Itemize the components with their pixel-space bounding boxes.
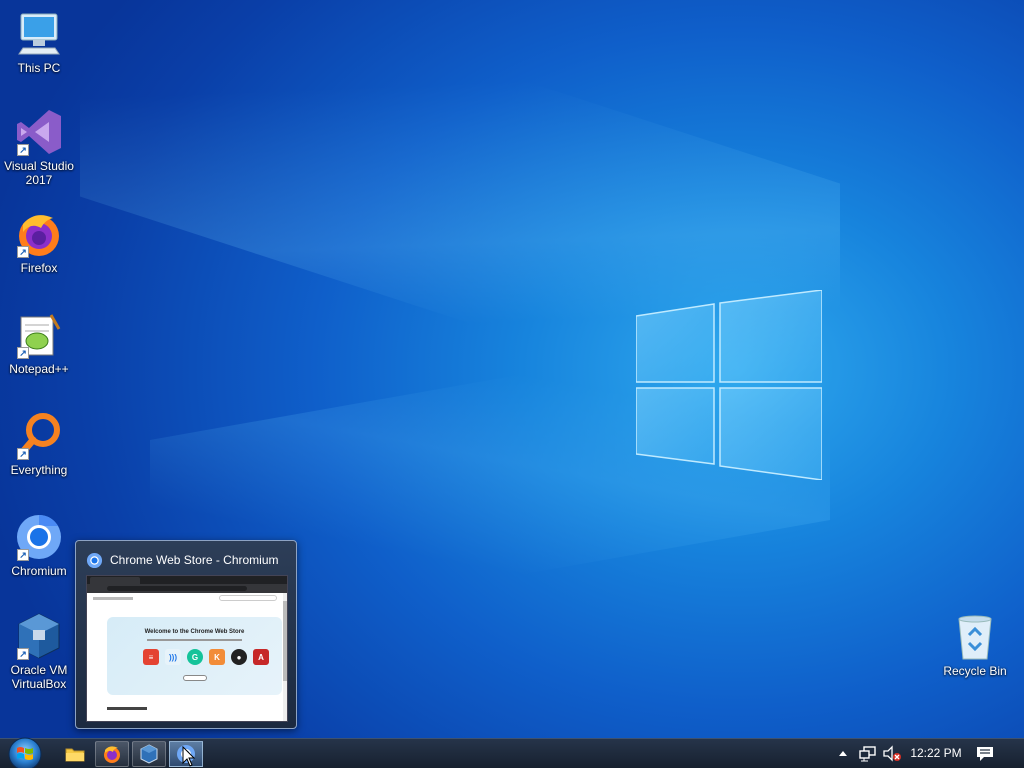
notepad-plus-plus-icon: ↗ xyxy=(15,311,63,359)
thumbnail-search-box xyxy=(219,595,277,601)
thumbnail-page-header xyxy=(93,597,133,600)
system-tray xyxy=(836,739,850,768)
taskbar-button-firefox[interactable] xyxy=(95,741,129,767)
this-pc-icon xyxy=(15,10,63,58)
thumbnail-welcome-banner: Welcome to the Chrome Web Store ≡ ))) G … xyxy=(107,617,282,695)
desktop-icon-label: Recycle Bin xyxy=(943,664,1007,678)
chromium-icon xyxy=(86,552,103,569)
desktop-icon-label: Oracle VM VirtualBox xyxy=(10,663,68,691)
desktop-icon-chromium[interactable]: ↗ Chromium xyxy=(1,513,77,578)
firefox-icon: ↗ xyxy=(15,210,63,258)
visual-studio-icon: ↗ xyxy=(15,108,63,156)
file-explorer-icon xyxy=(65,748,85,762)
shortcut-arrow-icon: ↗ xyxy=(17,347,29,359)
taskbar-clock[interactable]: 12:22 PM xyxy=(905,746,967,760)
thumbnail-address-bar xyxy=(87,584,287,593)
start-button[interactable] xyxy=(6,736,44,768)
network-icon xyxy=(859,746,876,762)
preview-window-title: Chrome Web Store - Chromium xyxy=(110,553,279,567)
thumbnail-banner-button xyxy=(183,675,207,681)
taskbar: 12:22 PM xyxy=(0,736,1024,768)
shortcut-arrow-icon: ↗ xyxy=(17,448,29,460)
shortcut-arrow-icon: ↗ xyxy=(17,144,29,156)
firefox-icon xyxy=(104,746,120,763)
desktop-icon-virtualbox[interactable]: ↗ Oracle VM VirtualBox xyxy=(1,612,77,691)
keepa-app-icon: K xyxy=(209,649,225,665)
volume-tray-item[interactable] xyxy=(882,739,902,768)
virtualbox-icon xyxy=(140,744,158,764)
volume-muted-icon xyxy=(883,745,901,762)
shortcut-arrow-icon: ↗ xyxy=(17,246,29,258)
taskbar-thumbnail-preview[interactable]: Chrome Web Store - Chromium Welcome to t… xyxy=(75,540,297,729)
windows-wallpaper-logo xyxy=(636,290,822,480)
everything-search-icon: ↗ xyxy=(15,412,63,460)
taskbar-button-file-explorer[interactable] xyxy=(58,741,92,767)
adobe-acrobat-app-icon: A xyxy=(253,649,269,665)
taskbar-button-virtualbox[interactable] xyxy=(132,741,166,767)
thumbnail-url-field xyxy=(107,586,247,591)
desktop-icon-firefox[interactable]: ↗ Firefox xyxy=(1,210,77,275)
wifi-app-icon: ))) xyxy=(165,649,181,665)
recycle-bin-icon xyxy=(951,613,999,661)
preview-window-thumbnail[interactable]: Welcome to the Chrome Web Store ≡ ))) G … xyxy=(86,575,288,722)
shortcut-arrow-icon: ↗ xyxy=(17,549,29,561)
desktop-icon-label: Notepad++ xyxy=(9,362,69,376)
chromium-icon: ↗ xyxy=(15,513,63,561)
network-tray-item[interactable] xyxy=(859,739,877,768)
desktop-icon-this-pc[interactable]: This PC xyxy=(1,10,77,75)
desktop-icon-label: Chromium xyxy=(11,564,67,578)
mouse-cursor-icon xyxy=(182,746,196,767)
show-hidden-icons-chevron-icon[interactable] xyxy=(836,747,850,761)
thumbnail-page: Welcome to the Chrome Web Store ≡ ))) G … xyxy=(87,593,287,721)
thumbnail-app-icons: ≡ ))) G K ● A xyxy=(143,649,269,665)
desktop-icon-label: This PC xyxy=(17,61,61,75)
desktop-icon-recycle-bin[interactable]: Recycle Bin xyxy=(937,613,1013,678)
thumbnail-tab-strip xyxy=(87,576,287,584)
thumbnail-subtitle-line xyxy=(147,639,242,641)
thumbnail-section-heading xyxy=(107,707,147,710)
thumbnail-scroll-thumb xyxy=(283,601,287,681)
desktop-icon-notepad-plus-plus[interactable]: ↗ Notepad++ xyxy=(1,311,77,376)
virtualbox-icon: ↗ xyxy=(15,612,63,660)
thumbnail-scrollbar xyxy=(283,593,287,721)
desktop-icon-label: Firefox xyxy=(20,261,58,275)
thumbnail-tab xyxy=(90,577,140,584)
shortcut-arrow-icon: ↗ xyxy=(17,648,29,660)
thumbnail-welcome-heading: Welcome to the Chrome Web Store xyxy=(144,629,245,635)
grammarly-app-icon: G xyxy=(187,649,203,665)
color-app-icon: ● xyxy=(231,649,247,665)
desktop-icon-everything[interactable]: ↗ Everything xyxy=(1,412,77,477)
desktop-icon-label: Everything xyxy=(10,463,68,477)
action-center-button[interactable] xyxy=(976,739,994,768)
desktop-icon-label: Visual Studio 2017 xyxy=(4,159,74,187)
desktop-icon-visual-studio[interactable]: ↗ Visual Studio 2017 xyxy=(1,108,77,187)
action-center-icon xyxy=(977,747,993,761)
todoist-app-icon: ≡ xyxy=(143,649,159,665)
